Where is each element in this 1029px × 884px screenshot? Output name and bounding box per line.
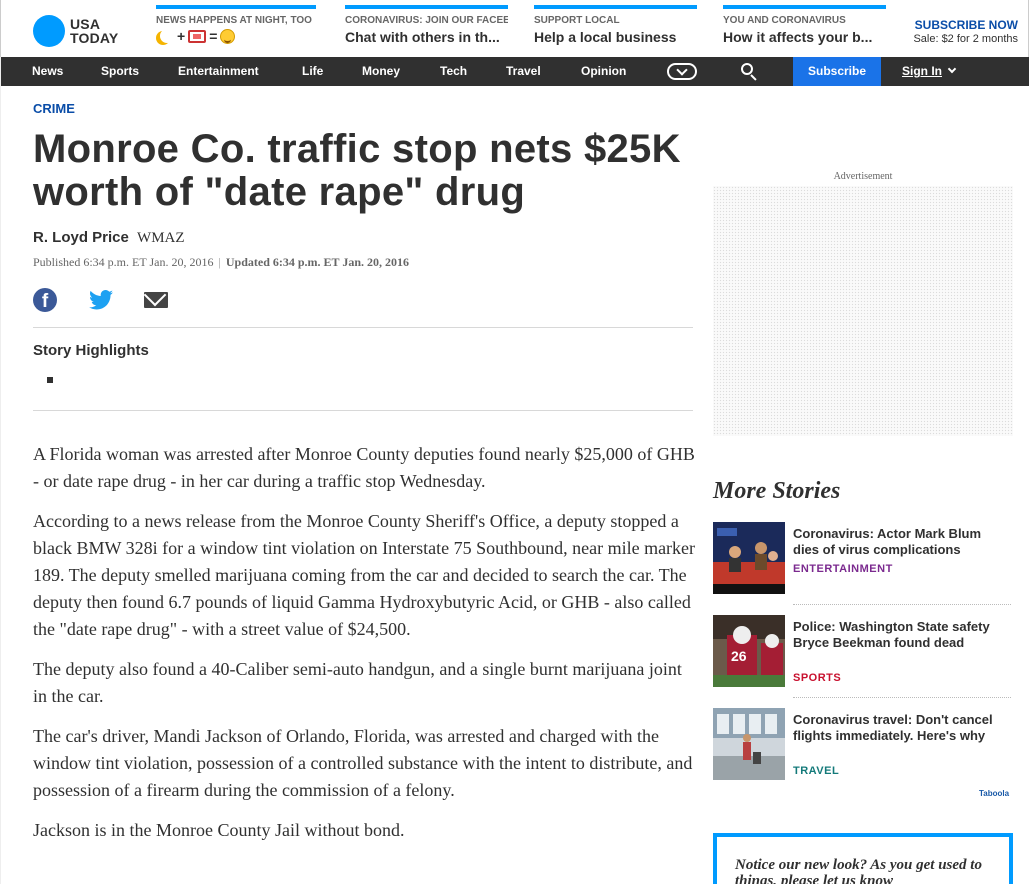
svg-text:26: 26	[731, 648, 747, 664]
taboola-logo[interactable]: Taboola	[979, 789, 1009, 798]
main-nav: News Sports Entertainment Life Money Tec…	[0, 57, 1029, 86]
usa-today-logo[interactable]: USA TODAY	[33, 15, 118, 47]
more-chevron-icon[interactable]	[667, 63, 697, 80]
author-name: R. Loyd Price	[33, 229, 129, 246]
nav-item-travel[interactable]: Travel	[506, 57, 541, 86]
logo-line-1: USA	[70, 16, 101, 32]
date-separator: |	[218, 255, 221, 269]
advertisement-slot[interactable]	[713, 186, 1013, 436]
promo-kicker: CORONAVIRUS: JOIN OUR FACEE	[345, 15, 508, 26]
story-title: Police: Washington State safety Bryce Be…	[793, 619, 990, 650]
article-dates: Published 6:34 p.m. ET Jan. 20, 2016 | Upd…	[33, 255, 409, 270]
search-icon[interactable]	[741, 63, 758, 81]
subscribe-now-subtitle: Sale: $2 for 2 months	[913, 33, 1018, 45]
divider	[33, 327, 693, 328]
divider	[33, 410, 693, 411]
advertisement-label: Advertisement	[833, 171, 893, 182]
twitter-icon[interactable]	[89, 290, 113, 310]
promo-title: Help a local business	[534, 29, 677, 45]
subscribe-now-title: SUBSCRIBE NOW	[914, 18, 1018, 32]
story-title: Coronavirus: Actor Mark Blum dies of vir…	[793, 526, 982, 557]
nav-item-news[interactable]: News	[32, 57, 63, 86]
section-label[interactable]: CRIME	[33, 101, 75, 116]
tv-icon	[188, 29, 207, 43]
source-name: WMAZ	[137, 230, 185, 246]
paragraph: The car's driver, Mandi Jackson of Orlan…	[33, 726, 693, 800]
paragraph: A Florida woman was arrested after Monro…	[33, 444, 695, 491]
story-card[interactable]: Coronavirus travel: Don't cancel flights…	[713, 708, 1013, 782]
mail-icon[interactable]	[144, 292, 168, 308]
published-date: Published 6:34 p.m. ET Jan. 20, 2016	[33, 255, 214, 269]
moon-icon	[160, 29, 174, 43]
promo-you-and-coronavirus[interactable]: YOU AND CORONAVIRUS How it affects your …	[723, 5, 886, 51]
story-title: Coronavirus travel: Don't cancel flights…	[793, 712, 993, 743]
paragraph: Jackson is in the Monroe County Jail wit…	[33, 820, 405, 840]
paragraph: The deputy also found a 40-Caliber semi-…	[33, 659, 682, 706]
nav-item-life[interactable]: Life	[302, 57, 323, 86]
sign-in-label: Sign In	[902, 64, 942, 78]
more-stories-title: More Stories	[713, 478, 841, 504]
promo-support-local[interactable]: SUPPORT LOCAL Help a local business	[534, 5, 697, 51]
promo-emoji-row: + =	[156, 28, 316, 44]
story-separator	[793, 697, 1011, 698]
subscribe-button[interactable]: Subscribe	[793, 57, 881, 86]
story-highlights-title: Story Highlights	[33, 342, 149, 359]
logo-circle-icon	[33, 15, 65, 47]
promo-title: =	[209, 28, 218, 44]
story-category[interactable]: TRAVEL	[793, 765, 839, 777]
story-separator	[793, 604, 1011, 605]
top-strip: USA TODAY NEWS HAPPENS AT NIGHT, TOO + =…	[0, 0, 1029, 57]
promo-kicker: SUPPORT LOCAL	[534, 15, 620, 26]
nav-item-entertainment[interactable]: Entertainment	[178, 57, 259, 86]
notice-text: Notice our new look? As you get used to …	[735, 857, 1009, 884]
logo-line-2: TODAY	[70, 30, 119, 46]
nav-item-money[interactable]: Money	[362, 57, 400, 86]
byline: R. Loyd Price WMAZ	[33, 229, 185, 247]
promo-title: Chat with others in th...	[345, 29, 500, 45]
story-card[interactable]: 26 Police: Washington State safety Bryce…	[713, 615, 1013, 689]
smiley-icon	[220, 28, 236, 44]
let-us-know-link[interactable]: let us know	[823, 873, 893, 884]
promo-kicker: YOU AND CORONAVIRUS	[723, 15, 846, 26]
page-edge	[0, 57, 1, 884]
paragraph: According to a news release from the Mon…	[33, 511, 696, 639]
promo-title: How it affects your b...	[723, 29, 873, 45]
headline: Monroe Co. traffic stop nets $25K worth …	[33, 127, 681, 214]
story-thumbnail: 26	[713, 615, 785, 687]
sign-in-button[interactable]: Sign In	[902, 57, 957, 86]
facebook-icon[interactable]: f	[33, 288, 57, 312]
story-category[interactable]: SPORTS	[793, 672, 841, 684]
nav-item-tech[interactable]: Tech	[440, 57, 467, 86]
chevron-down-icon	[947, 64, 957, 74]
promo-night[interactable]: NEWS HAPPENS AT NIGHT, TOO + =	[156, 5, 316, 51]
promo-facebook-group[interactable]: CORONAVIRUS: JOIN OUR FACEE Chat with ot…	[345, 5, 508, 51]
subscribe-now-cta[interactable]: SUBSCRIBE NOW Sale: $2 for 2 months	[913, 18, 1018, 45]
story-thumbnail	[713, 522, 785, 594]
story-category[interactable]: ENTERTAINMENT	[793, 563, 893, 575]
updated-date: Updated 6:34 p.m. ET Jan. 20, 2016	[225, 255, 409, 269]
promo-kicker: NEWS HAPPENS AT NIGHT, TOO	[156, 15, 312, 26]
highlight-bullet	[47, 377, 53, 383]
story-card[interactable]: Coronavirus: Actor Mark Blum dies of vir…	[713, 522, 1013, 596]
nav-item-sports[interactable]: Sports	[101, 57, 139, 86]
feedback-notice: Notice our new look? As you get used to …	[713, 833, 1013, 884]
story-thumbnail	[713, 708, 785, 780]
nav-item-opinion[interactable]: Opinion	[581, 57, 626, 86]
article-body: A Florida woman was arrested after Monro…	[33, 441, 698, 857]
